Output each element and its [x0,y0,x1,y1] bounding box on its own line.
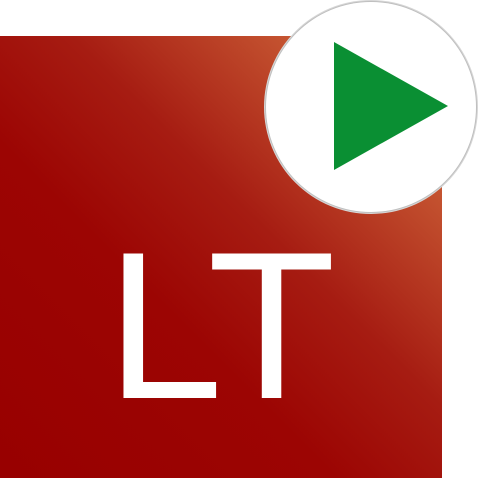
play-triangle [334,42,448,170]
logo-text: LT [106,208,335,443]
play-button[interactable] [266,2,476,212]
play-icon [334,42,448,170]
